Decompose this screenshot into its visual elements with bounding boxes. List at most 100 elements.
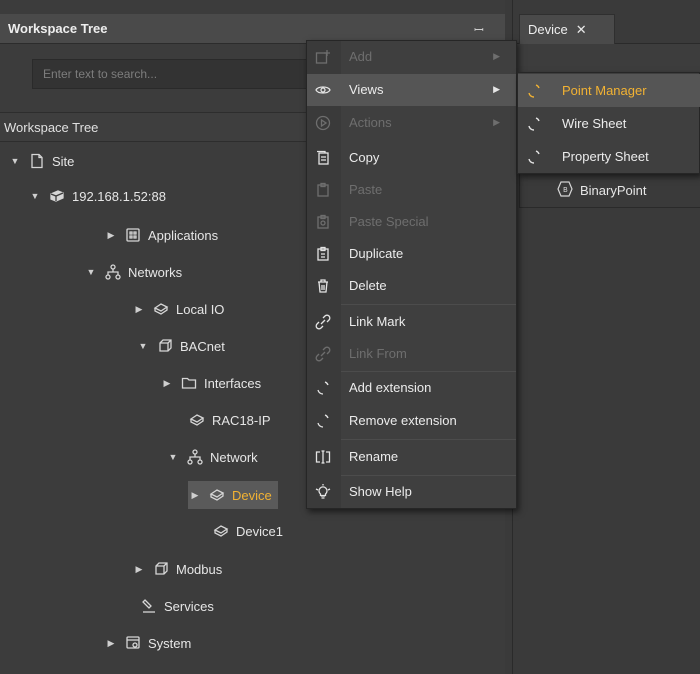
pin-icon[interactable]: ꟷ bbox=[474, 21, 484, 38]
link-icon bbox=[314, 313, 332, 331]
tree-node-label: Network bbox=[210, 449, 258, 465]
context-menu: Add ▶ Views ▶ Actions ▶ Copy Paste Paste… bbox=[306, 40, 517, 509]
tree-node-label: Networks bbox=[128, 264, 183, 280]
tree-node-label: Device1 bbox=[236, 523, 283, 539]
submenu-arrow-icon: ▶ bbox=[493, 117, 500, 127]
menu-item-delete[interactable]: Delete bbox=[307, 270, 516, 302]
menu-item-label: Link From bbox=[349, 346, 407, 361]
trash-icon bbox=[314, 277, 332, 295]
applications-icon bbox=[124, 226, 142, 244]
menu-item-label: Add bbox=[349, 49, 373, 64]
expand-arrow-icon[interactable]: ▼ bbox=[84, 267, 98, 277]
menu-item-paste-special[interactable]: Paste Special bbox=[307, 206, 516, 238]
tree-node-system[interactable]: ▶ System bbox=[104, 630, 192, 656]
services-icon bbox=[140, 597, 158, 615]
tab-strip: Device ✕ bbox=[513, 14, 700, 44]
tree-node-modbus[interactable]: ▶ Modbus bbox=[132, 556, 223, 582]
search-input[interactable] bbox=[32, 59, 312, 89]
tree-node-network[interactable]: ▼ Network bbox=[166, 444, 258, 470]
submenu-item-label: Wire Sheet bbox=[562, 116, 627, 131]
collapsed-arrow-icon[interactable]: ▶ bbox=[104, 230, 118, 241]
menu-item-label: Actions bbox=[349, 115, 392, 130]
station-icon bbox=[48, 187, 66, 205]
collapsed-arrow-icon[interactable]: ▶ bbox=[188, 490, 202, 501]
menu-separator bbox=[341, 304, 516, 305]
tree-node-label: Interfaces bbox=[204, 375, 262, 391]
tab-label: Device bbox=[528, 22, 568, 37]
tree-node-bacnet[interactable]: ▼ BACnet bbox=[136, 333, 225, 359]
tree-node-networks[interactable]: ▼ Networks bbox=[84, 259, 182, 285]
system-icon bbox=[124, 634, 142, 652]
paste-special-icon bbox=[314, 213, 332, 231]
menu-item-add-extension[interactable]: Add extension bbox=[307, 372, 516, 404]
tree-node-label: Services bbox=[164, 598, 214, 614]
loading-arc-icon bbox=[526, 149, 542, 165]
tree-node-label: RAC18-IP bbox=[212, 412, 271, 428]
tree-node-host[interactable]: ▼ 192.168.1.52:88 bbox=[28, 183, 166, 209]
tree-node-local-io[interactable]: ▶ Local IO bbox=[132, 296, 225, 322]
expand-arrow-icon[interactable]: ▼ bbox=[166, 452, 180, 462]
device-icon bbox=[212, 522, 230, 540]
submenu-item-wire-sheet[interactable]: Wire Sheet bbox=[518, 107, 700, 140]
loading-arc-icon bbox=[526, 116, 542, 132]
play-icon bbox=[314, 114, 332, 132]
submenu-item-label: Property Sheet bbox=[562, 149, 649, 164]
tree-node-device[interactable]: ▶ Device bbox=[188, 481, 278, 509]
tree-node-services[interactable]: Services bbox=[140, 593, 214, 619]
collapsed-arrow-icon[interactable]: ▶ bbox=[132, 564, 146, 575]
menu-item-copy[interactable]: Copy bbox=[307, 142, 516, 174]
loading-arc-icon bbox=[314, 379, 332, 397]
tree-header-label: Workspace Tree bbox=[4, 120, 99, 135]
submenu-item-property-sheet[interactable]: Property Sheet bbox=[518, 140, 700, 173]
tree-node-label: BACnet bbox=[180, 338, 225, 354]
menu-item-paste[interactable]: Paste bbox=[307, 174, 516, 206]
menu-item-link-from[interactable]: Link From bbox=[307, 338, 516, 370]
lightbulb-icon bbox=[314, 483, 332, 501]
expand-arrow-icon[interactable]: ▼ bbox=[8, 156, 22, 166]
tree-node-rac18[interactable]: RAC18-IP bbox=[188, 407, 271, 433]
menu-item-label: Show Help bbox=[349, 484, 412, 499]
eye-icon bbox=[314, 81, 332, 99]
list-item-binarypoint[interactable]: B BinaryPoint bbox=[556, 180, 646, 201]
views-submenu: Point Manager Wire Sheet Property Sheet bbox=[517, 72, 700, 174]
page-icon bbox=[28, 152, 46, 170]
tree-node-interfaces[interactable]: ▶ Interfaces bbox=[160, 370, 262, 396]
menu-item-remove-extension[interactable]: Remove extension bbox=[307, 405, 516, 437]
copy-icon bbox=[314, 149, 332, 167]
tree-node-label: System bbox=[148, 635, 192, 651]
menu-item-label: Paste Special bbox=[349, 214, 429, 229]
tree-node-site[interactable]: ▼ Site bbox=[8, 148, 75, 174]
menu-item-label: Rename bbox=[349, 449, 399, 464]
view-toolbar bbox=[513, 44, 700, 74]
tree-node-label: Site bbox=[52, 153, 75, 169]
menu-item-add[interactable]: Add ▶ bbox=[307, 41, 516, 73]
binary-point-icon: B bbox=[556, 180, 580, 201]
tree-node-label: Local IO bbox=[176, 301, 225, 317]
expand-arrow-icon[interactable]: ▼ bbox=[136, 341, 150, 351]
tab-device[interactable]: Device ✕ bbox=[519, 14, 615, 44]
network-icon bbox=[186, 448, 204, 466]
device-icon bbox=[188, 411, 206, 429]
menu-item-actions[interactable]: Actions ▶ bbox=[307, 107, 516, 139]
collapsed-arrow-icon[interactable]: ▶ bbox=[132, 304, 146, 315]
workspace-title: Workspace Tree bbox=[8, 21, 108, 36]
collapsed-arrow-icon[interactable]: ▶ bbox=[104, 638, 118, 649]
menu-item-link-mark[interactable]: Link Mark bbox=[307, 306, 516, 338]
expand-arrow-icon[interactable]: ▼ bbox=[28, 191, 42, 201]
add-icon bbox=[314, 48, 332, 66]
tree-node-applications[interactable]: ▶ Applications bbox=[104, 222, 219, 248]
paste-icon bbox=[314, 181, 332, 199]
tree-node-device1[interactable]: Device1 bbox=[212, 518, 283, 544]
submenu-item-point-manager[interactable]: Point Manager bbox=[518, 74, 700, 107]
close-icon[interactable]: ✕ bbox=[576, 22, 587, 38]
menu-item-label: Paste bbox=[349, 182, 383, 197]
submenu-item-label: Point Manager bbox=[562, 83, 647, 98]
svg-text:B: B bbox=[563, 186, 568, 194]
menu-item-rename[interactable]: Rename bbox=[307, 441, 516, 473]
collapsed-arrow-icon[interactable]: ▶ bbox=[160, 378, 174, 389]
folder-icon bbox=[180, 374, 198, 392]
menu-item-duplicate[interactable]: Duplicate bbox=[307, 238, 516, 270]
tree-node-label: Device bbox=[232, 487, 272, 503]
menu-item-show-help[interactable]: Show Help bbox=[307, 476, 516, 508]
menu-item-views[interactable]: Views ▶ bbox=[307, 74, 516, 106]
